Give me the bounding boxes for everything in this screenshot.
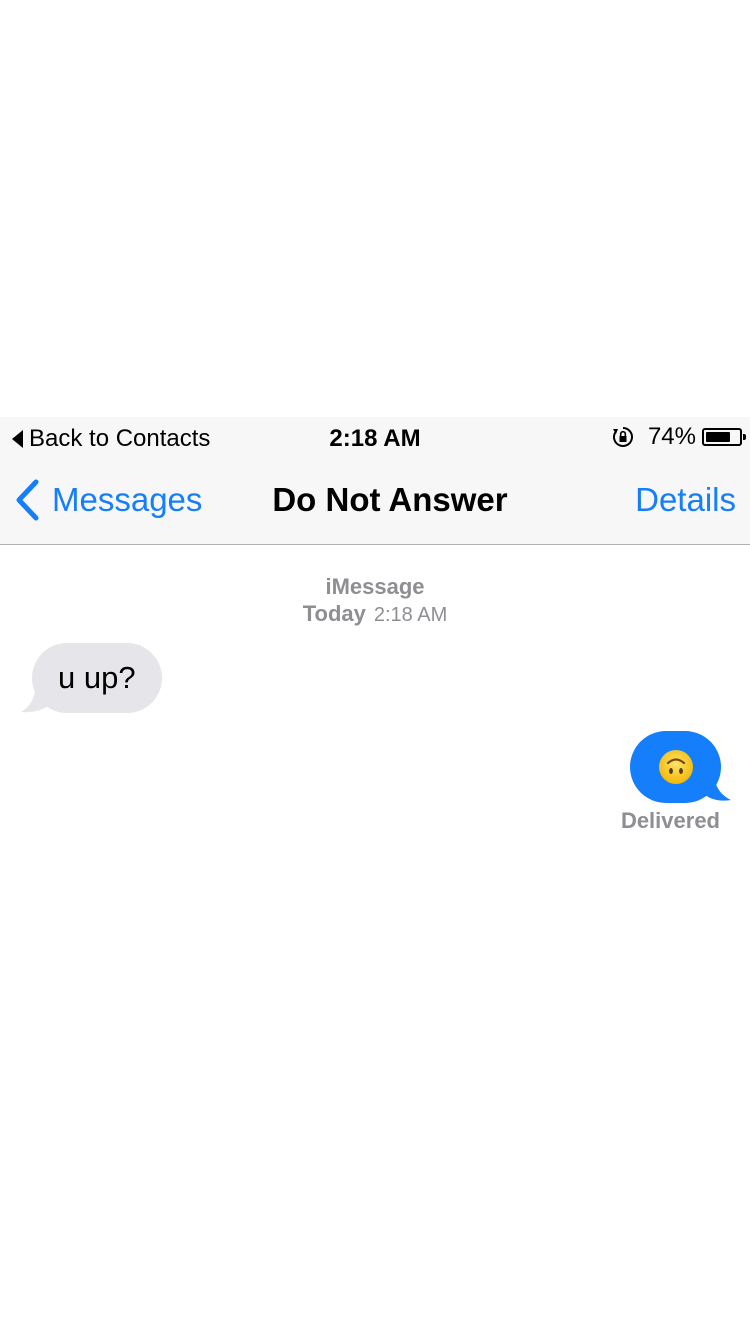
upside-down-face-emoji-icon [658,750,693,784]
battery-icon [702,428,746,446]
battery-percent: 74% [647,423,696,450]
timestamp-day: Today [302,601,366,626]
timestamp-label: Today 2:18 AM [0,601,750,627]
status-bar: Back to Contacts 2:18 AM 74% [0,417,750,457]
delivery-status: Delivered [620,808,720,833]
incoming-message-bubble[interactable]: u up? [32,643,162,713]
messages-screen: Back to Contacts 2:18 AM 74% Messages Do… [0,417,750,847]
timestamp-time: 2:18 AM [373,604,448,626]
details-button[interactable]: Details [635,481,736,519]
service-label: iMessage [325,574,425,599]
battery-fill [706,432,730,442]
battery-tip [743,434,746,440]
status-right-group: 74% [612,423,746,451]
navigation-bar: Messages Do Not Answer Details [0,457,750,545]
outgoing-message-bubble[interactable] [630,731,721,803]
orientation-lock-icon [612,427,633,447]
